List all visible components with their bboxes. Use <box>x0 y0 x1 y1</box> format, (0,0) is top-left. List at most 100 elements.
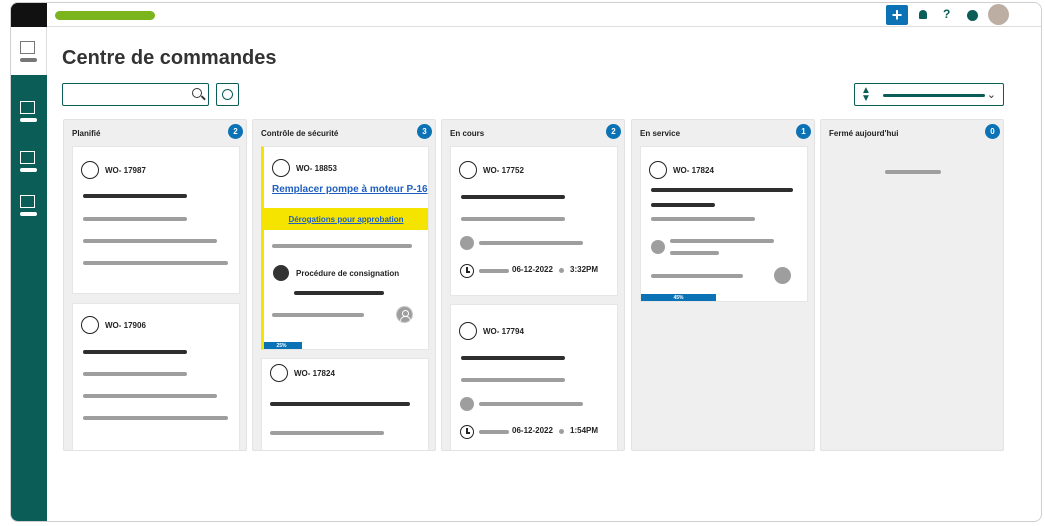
work-order-id: WO- 17824 <box>270 364 335 382</box>
select-circle-icon[interactable] <box>649 161 667 179</box>
sort-select[interactable]: ▲ ▼ ⌄ <box>854 83 1004 106</box>
title-placeholder <box>270 402 410 406</box>
text-placeholder <box>461 378 565 382</box>
title-placeholder <box>83 350 187 354</box>
column-title: Planifié <box>72 129 101 138</box>
sidebar-item-home[interactable] <box>11 27 47 75</box>
title-placeholder <box>461 195 565 199</box>
work-order-card[interactable]: WO- 17906 <box>72 303 240 450</box>
column-count-badge: 3 <box>417 124 432 139</box>
title-placeholder <box>651 203 715 207</box>
user-icon[interactable] <box>396 306 413 323</box>
plus-icon: + <box>891 5 903 25</box>
due-time: 3:32PM <box>570 265 599 274</box>
empty-state-placeholder <box>885 170 941 174</box>
page-title: Centre de commandes <box>62 47 277 69</box>
sidebar <box>11 3 47 521</box>
sort-icon: ▲ ▼ <box>861 85 871 104</box>
title-placeholder <box>651 188 793 192</box>
text-placeholder <box>83 372 187 376</box>
work-order-id: WO- 17987 <box>81 161 146 179</box>
text-placeholder <box>479 269 509 273</box>
work-order-id: WO- 17824 <box>649 161 714 179</box>
column-controle-securite: Contrôle de sécurité 3 WO- 18853 Remplac… <box>252 119 436 451</box>
text-placeholder <box>270 431 384 435</box>
work-order-title-link[interactable]: Remplacer pompe à moteur P-16 <box>272 184 428 195</box>
search-input[interactable] <box>62 83 209 106</box>
clock-icon <box>460 264 474 278</box>
text-placeholder <box>651 274 743 278</box>
sidebar-item-3[interactable] <box>20 151 38 173</box>
top-bar: + ? <box>47 3 1041 27</box>
text-placeholder <box>83 239 217 243</box>
clock-icon <box>460 425 474 439</box>
select-circle-icon[interactable] <box>270 364 288 382</box>
filter-button[interactable] <box>216 83 239 106</box>
column-title: En cours <box>450 129 485 138</box>
title-placeholder <box>83 194 187 198</box>
title-placeholder <box>461 356 565 360</box>
select-circle-icon[interactable] <box>272 159 290 177</box>
text-placeholder <box>670 251 719 255</box>
progress-bar: 45% <box>641 294 716 301</box>
brand-logo[interactable] <box>55 11 155 20</box>
select-circle-icon[interactable] <box>81 316 99 334</box>
due-time: 1:54PM <box>570 426 599 435</box>
search-icon[interactable] <box>192 88 202 98</box>
assignee-avatar <box>774 267 791 284</box>
work-order-card[interactable]: WO- 17824 <box>261 358 429 450</box>
sidebar-item-2[interactable] <box>20 101 38 123</box>
column-en-cours: En cours 2 WO- 17752 06-12-2022 3:32PM W… <box>441 119 625 451</box>
text-placeholder <box>83 394 217 398</box>
sidebar-logo <box>11 3 47 27</box>
text-placeholder <box>461 217 565 221</box>
chevron-down-icon: ⌄ <box>986 89 996 101</box>
text-placeholder <box>272 244 412 248</box>
bell-icon[interactable] <box>919 10 927 19</box>
work-order-card[interactable]: WO- 17794 06-12-2022 1:54PM <box>450 304 618 450</box>
work-order-id: WO- 17794 <box>459 322 524 340</box>
assignee-avatar <box>651 240 665 254</box>
help-icon[interactable]: ? <box>943 7 950 21</box>
column-planifie: Planifié 2 WO- 17987 WO- 17906 <box>63 119 247 451</box>
text-placeholder <box>272 313 364 317</box>
work-order-card[interactable]: WO- 17824 45% <box>640 146 808 302</box>
text-placeholder <box>479 430 509 434</box>
work-order-card[interactable]: WO- 17752 06-12-2022 3:32PM <box>450 146 618 296</box>
due-date: 06-12-2022 <box>512 426 553 435</box>
column-count-badge: 0 <box>985 124 1000 139</box>
column-count-badge: 2 <box>228 124 243 139</box>
progress-bar: 25% <box>264 342 302 349</box>
home-icon <box>20 41 38 63</box>
due-date: 06-12-2022 <box>512 265 553 274</box>
separator-dot <box>559 429 564 434</box>
select-circle-icon[interactable] <box>459 161 477 179</box>
text-placeholder <box>294 291 384 295</box>
app-window: + ? Centre de commandes ▲ ▼ ⌄ Planifié 2 … <box>10 2 1042 522</box>
select-circle-icon[interactable] <box>81 161 99 179</box>
text-placeholder <box>651 217 755 221</box>
status-dot-icon[interactable] <box>967 10 978 21</box>
separator-dot <box>559 268 564 273</box>
add-button[interactable]: + <box>886 5 908 25</box>
approval-banner-link[interactable]: Dérogations pour approbation <box>264 208 428 230</box>
avatar[interactable] <box>988 4 1009 25</box>
work-order-card[interactable]: WO- 17987 <box>72 146 240 294</box>
work-order-id: WO- 17752 <box>459 161 524 179</box>
work-order-id: WO- 18853 <box>272 159 337 177</box>
column-ferme-aujourdhui: Fermé aujourd'hui 0 <box>820 119 1004 451</box>
column-title: Fermé aujourd'hui <box>829 129 899 138</box>
work-order-card[interactable]: WO- 18853 Remplacer pompe à moteur P-16 … <box>261 146 429 350</box>
assignee-avatar <box>460 236 474 250</box>
procedure-label: Procédure de consignation <box>296 269 400 278</box>
column-count-badge: 1 <box>796 124 811 139</box>
column-title: Contrôle de sécurité <box>261 129 339 138</box>
filter-icon <box>222 89 233 100</box>
column-title: En service <box>640 129 681 138</box>
text-placeholder <box>83 217 187 221</box>
lock-icon <box>273 265 289 281</box>
text-placeholder <box>83 416 228 420</box>
text-placeholder <box>479 402 583 406</box>
sidebar-item-4[interactable] <box>20 195 38 217</box>
select-circle-icon[interactable] <box>459 322 477 340</box>
